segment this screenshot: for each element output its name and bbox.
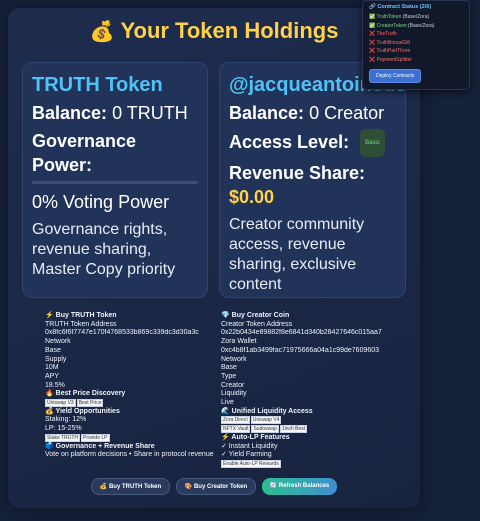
- governance-power-label: Governance Power:: [32, 129, 198, 177]
- contract-name: TheTruth: [376, 31, 397, 37]
- refresh-balances-button[interactable]: 🔄 Refresh Balances: [262, 478, 337, 495]
- nftx-vault-link[interactable]: NFTX Vault: [221, 425, 251, 434]
- contract-item: ❌ TruthBonusGift: [369, 39, 463, 48]
- auto-lp-heading: ⚡ Auto-LP Features: [221, 433, 290, 441]
- action-buttons: 💰 Buy TRUTH Token 🎨 Buy Creator Token 🔄 …: [0, 478, 428, 496]
- truth-card-description: Governance rights, revenue sharing, Mast…: [32, 221, 176, 278]
- truth-balance: Balance: 0 TRUTH: [32, 101, 198, 125]
- stake-truth-link[interactable]: Stake TRUTH: [45, 433, 81, 442]
- governance-power-label-text: Governance Power:: [32, 131, 137, 175]
- contract-item: ✅ TruthToken (Base/Zora): [369, 13, 463, 22]
- contract-name: TruthBonusGift: [376, 39, 410, 46]
- contract-status-popup: 🔗 Contract Status (2/6) ✅ TruthToken (Ba…: [362, 0, 470, 90]
- truth-address[interactable]: 0x8fc6f6f7747e170f4768533b869c339dc3d30a…: [45, 329, 217, 338]
- buy-truth-button[interactable]: 💰 Buy TRUTH Token: [91, 478, 170, 495]
- cross-icon: ❌: [369, 31, 376, 37]
- money-bag-icon: 💰: [89, 21, 115, 43]
- enable-auto-lp-link[interactable]: Enable Auto-LP Rewards: [221, 459, 281, 468]
- contract-name: PaymentSplitter: [376, 56, 412, 63]
- uniswap-v3-link[interactable]: Uniswap V3: [45, 399, 76, 408]
- creator-network: Base: [221, 364, 237, 372]
- contract-item: ✅ CreatorToken (Base/Zora): [369, 22, 463, 31]
- liquidity-label: Liquidity: [221, 390, 247, 398]
- check-icon: ✅: [369, 22, 376, 29]
- revenue-share-label: Revenue Share:: [229, 163, 366, 183]
- creator-card-description: Creator community access, revenue sharin…: [229, 216, 365, 293]
- truth-token-card: TRUTH Token Balance: 0 TRUTH Governance …: [22, 62, 208, 298]
- access-level: Access Level: Basic: [229, 129, 396, 157]
- contract-note: (Base/Zora): [408, 22, 435, 29]
- truth-apy-label: APY: [45, 372, 60, 380]
- governance-heading: 🗳️ Governance + Revenue Share: [45, 442, 155, 450]
- check-icon: ✅: [369, 14, 376, 20]
- governance-text: Vote on platform decisions • Share in pr…: [45, 451, 214, 459]
- creator-token-card: @jacqueantoinedegraff Balance: 0 Creator…: [219, 62, 406, 298]
- truth-supply-label: Supply: [45, 355, 67, 363]
- creator-token-info: 💎 Buy Creator Coin Creator Token Address…: [221, 312, 397, 469]
- truth-supply: 10M: [45, 364, 59, 372]
- truth-card-title: TRUTH Token: [32, 74, 163, 96]
- auto-lp-instant: ✓ Instant Liquidity: [221, 442, 278, 450]
- voting-power-value: 0% Voting Power: [32, 192, 170, 212]
- buy-truth-heading: ⚡ Buy TRUTH Token: [45, 312, 117, 319]
- creator-type: Creator: [221, 381, 245, 389]
- revenue-share-value: $0.00: [229, 187, 275, 207]
- contract-note: (Base/Zora): [402, 14, 430, 20]
- truth-balance-value: 0 TRUTH: [112, 103, 188, 123]
- buy-creator-button[interactable]: 🎨 Buy Creator Token: [176, 478, 256, 495]
- truth-address-label: TRUTH Token Address: [45, 320, 117, 328]
- contract-name: TruthPartThree: [376, 48, 411, 54]
- creator-balance-value: 0 Creator: [309, 103, 385, 123]
- auto-lp-links: Enable Auto-LP Rewards: [221, 459, 397, 469]
- best-price-heading: 🔥 Best Price Discovery: [45, 390, 126, 398]
- contract-name: TruthToken: [376, 14, 402, 20]
- contract-item: ❌ PaymentSplitter: [369, 56, 463, 65]
- truth-token-info: ⚡ Buy TRUTH Token TRUTH Token Address 0x…: [45, 312, 217, 460]
- cross-icon: ❌: [369, 56, 376, 63]
- contract-item: ❌ TruthPartThree: [369, 47, 463, 56]
- access-level-label: Access Level:: [229, 131, 350, 152]
- lp-rate: LP: 15-25%: [45, 425, 82, 433]
- provide-lp-link[interactable]: Provide LP: [81, 433, 110, 442]
- yield-links: Stake TRUTH Provide LP: [45, 433, 217, 443]
- oneinch-link[interactable]: 1inch Best: [279, 425, 308, 434]
- revenue-share: Revenue Share: $0.00: [229, 161, 396, 209]
- deploy-contracts-button[interactable]: Deploy Contracts: [369, 69, 422, 83]
- liquidity-status: Live: [221, 399, 234, 407]
- cross-icon: ❌: [369, 39, 376, 46]
- creator-type-label: Type: [221, 372, 237, 380]
- best-price-links: Uniswap V3 Best Price: [45, 399, 217, 408]
- unified-liquidity-links: Zora Direct Uniswap V4 NFTX Vault Sudoswap…: [221, 416, 397, 434]
- creator-balance-label: Balance:: [229, 103, 305, 123]
- zora-wallet[interactable]: 0xc4b8f1ab3499fac71975666a04a1c99de76096…: [221, 347, 397, 356]
- creator-address-label: Creator Token Address: [221, 320, 293, 328]
- truth-network-label: Network: [45, 338, 71, 346]
- contract-item: ❌ TheTruth: [369, 30, 463, 39]
- zora-wallet-label: Zora Wallet: [221, 338, 257, 346]
- unified-liquidity-heading: 🌊 Unified Liquidity Access: [221, 407, 313, 415]
- cross-icon: ❌: [369, 48, 376, 54]
- page-title-text: Your Token Holdings: [120, 18, 339, 43]
- truth-balance-label: Balance:: [32, 103, 108, 123]
- uniswap-v4-link[interactable]: Uniswap V4: [250, 416, 282, 425]
- auto-lp-yield: ✓ Yield Farming: [221, 451, 272, 459]
- contract-status-title: 🔗 Contract Status (2/6): [369, 4, 432, 10]
- creator-network-label: Network: [221, 355, 247, 363]
- zora-direct-link[interactable]: Zora Direct: [221, 416, 250, 425]
- creator-address[interactable]: 0x22b0434e89882f8e6841d340b28427646c015a…: [221, 329, 397, 338]
- voting-power-bar: [32, 181, 198, 184]
- contract-name: CreatorToken: [376, 22, 407, 29]
- creator-balance: Balance: 0 Creator: [229, 101, 396, 125]
- staking-rate: Staking: 12%: [45, 416, 87, 424]
- buy-creator-heading: 💎 Buy Creator Coin: [221, 312, 290, 319]
- truth-network: Base: [45, 346, 61, 354]
- access-level-badge: Basic: [360, 129, 385, 157]
- best-price-link[interactable]: Best Price: [76, 399, 104, 408]
- yield-heading: 💰 Yield Opportunities: [45, 407, 120, 415]
- sudoswap-link[interactable]: Sudoswap: [251, 425, 279, 434]
